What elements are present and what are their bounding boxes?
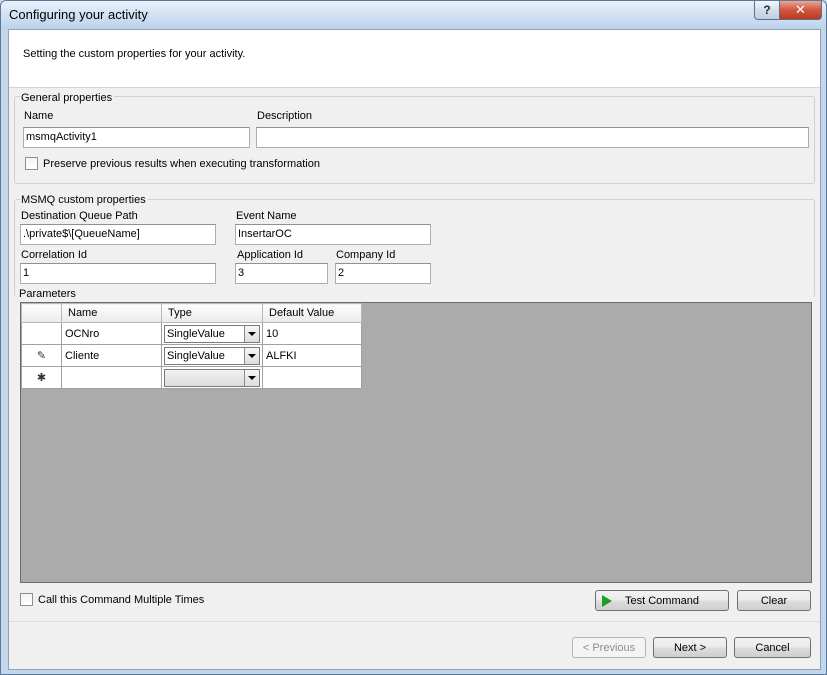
destination-queue-label: Destination Queue Path — [21, 210, 138, 222]
cell-name-text: Cliente — [65, 349, 100, 362]
cell-type[interactable]: SingleValue — [161, 344, 263, 367]
general-properties-title: General properties — [20, 92, 115, 104]
preserve-results-checkbox[interactable] — [25, 157, 38, 170]
company-id-input[interactable]: 2 — [335, 263, 431, 284]
test-command-button[interactable]: Test Command — [595, 590, 729, 611]
type-combo[interactable] — [164, 368, 260, 387]
chevron-down-icon[interactable] — [244, 347, 259, 364]
window-title: Configuring your activity — [9, 7, 148, 22]
header-text: Setting the custom properties for your a… — [23, 48, 246, 60]
cell-default-value[interactable]: 10 — [262, 322, 362, 345]
next-label: Next > — [673, 641, 707, 654]
cell-default-value[interactable] — [262, 366, 362, 389]
dialog-window: Configuring your activity ? ✕ Setting th… — [0, 0, 827, 675]
help-button[interactable]: ? — [754, 1, 780, 20]
column-header-default-value[interactable]: Default Value — [262, 303, 362, 323]
cell-name[interactable]: OCNro — [61, 322, 162, 345]
row-header-edit-icon[interactable]: ✎ — [21, 344, 62, 367]
cell-name[interactable]: Cliente — [61, 344, 162, 367]
parameters-grid[interactable]: Name Type Default Value OCNro SingleValu… — [20, 302, 812, 583]
company-id-label: Company Id — [336, 249, 396, 261]
column-header-type[interactable]: Type — [161, 303, 263, 323]
call-multiple-times-checkbox[interactable] — [20, 593, 33, 606]
preserve-results-label[interactable]: Preserve previous results when executing… — [43, 158, 320, 170]
header-panel: Setting the custom properties for your a… — [9, 30, 820, 88]
cancel-label: Cancel — [755, 641, 790, 654]
description-label: Description — [257, 110, 313, 122]
destination-queue-input[interactable]: .\private$\[QueueName] — [20, 224, 216, 245]
footer-separator — [9, 621, 820, 622]
previous-button[interactable]: < Previous — [572, 637, 646, 658]
correlation-id-label: Correlation Id — [21, 249, 88, 261]
table-row-new[interactable]: ✱ — [21, 366, 362, 389]
cell-type[interactable]: SingleValue — [161, 322, 263, 345]
clear-label: Clear — [760, 594, 788, 607]
application-id-input[interactable]: 3 — [235, 263, 328, 284]
column-header-name[interactable]: Name — [61, 303, 162, 323]
parameters-table: Name Type Default Value OCNro SingleValu… — [21, 303, 362, 389]
help-icon: ? — [763, 3, 771, 17]
cell-name[interactable] — [61, 366, 162, 389]
name-input[interactable]: msmqActivity1 — [23, 127, 250, 148]
close-icon: ✕ — [795, 2, 806, 17]
table-row[interactable]: ✎ Cliente SingleValue ALFKI — [21, 344, 362, 367]
close-button[interactable]: ✕ — [779, 1, 822, 20]
cell-default-value[interactable]: ALFKI — [262, 344, 362, 367]
type-combo-value: SingleValue — [167, 327, 225, 340]
cell-default-text: 10 — [266, 327, 279, 340]
application-id-label: Application Id — [237, 249, 304, 261]
dialog-client-area: Setting the custom properties for your a… — [8, 29, 821, 670]
play-icon — [602, 595, 612, 607]
chevron-down-icon[interactable] — [244, 369, 259, 386]
grid-corner-cell — [21, 303, 62, 323]
event-name-input[interactable]: InsertarOC — [235, 224, 431, 245]
next-button[interactable]: Next > — [653, 637, 727, 658]
description-input[interactable] — [256, 127, 809, 148]
chevron-down-icon[interactable] — [244, 325, 259, 342]
name-label: Name — [24, 110, 54, 122]
title-bar[interactable]: Configuring your activity ? ✕ — [1, 1, 826, 29]
type-combo[interactable]: SingleValue — [164, 324, 260, 343]
type-combo-value: SingleValue — [167, 349, 225, 362]
row-header-new-icon[interactable]: ✱ — [21, 366, 62, 389]
grid-header-row: Name Type Default Value — [21, 303, 362, 323]
clear-button[interactable]: Clear — [737, 590, 811, 611]
call-multiple-times-label[interactable]: Call this Command Multiple Times — [38, 594, 204, 606]
table-row[interactable]: OCNro SingleValue 10 — [21, 322, 362, 345]
event-name-label: Event Name — [236, 210, 297, 222]
parameters-label: Parameters — [19, 288, 76, 300]
cell-type[interactable] — [161, 366, 263, 389]
cell-name-text: OCNro — [65, 327, 100, 340]
type-combo[interactable]: SingleValue — [164, 346, 260, 365]
row-header[interactable] — [21, 322, 62, 345]
correlation-id-input[interactable]: 1 — [20, 263, 216, 284]
msmq-properties-title: MSMQ custom properties — [20, 194, 148, 206]
test-command-label: Test Command — [625, 594, 699, 607]
previous-label: < Previous — [582, 641, 636, 654]
cancel-button[interactable]: Cancel — [734, 637, 811, 658]
cell-default-text: ALFKI — [266, 349, 297, 362]
